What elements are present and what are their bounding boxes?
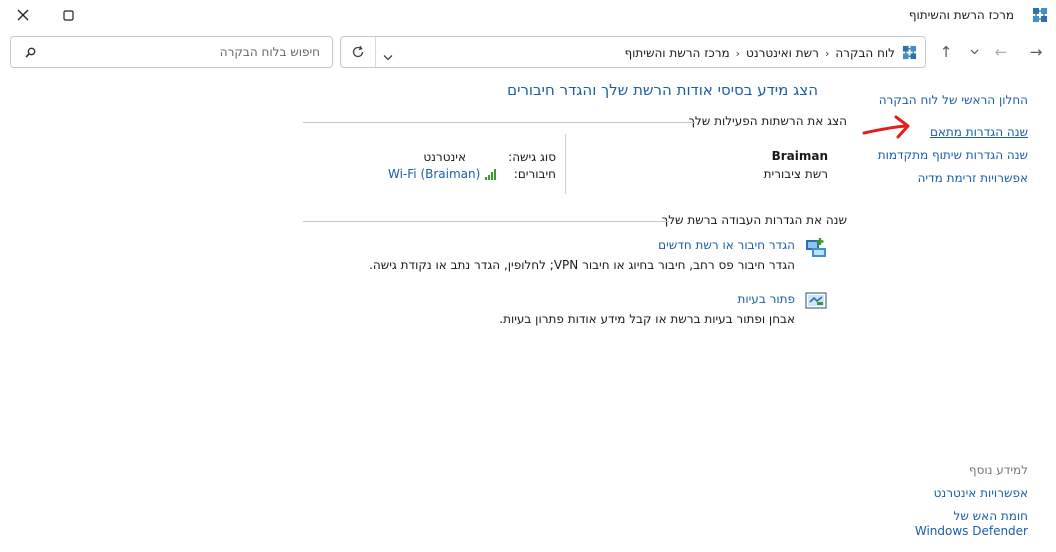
breadcrumb-separator-icon[interactable]: › <box>825 47 829 60</box>
see-also-header: למידע נוסף <box>968 463 1028 477</box>
media-streaming-options-link[interactable]: אפשרויות זרימת מדיה <box>918 171 1028 185</box>
back-button[interactable]: → <box>1025 42 1047 62</box>
breadcrumb-network-sharing-center[interactable]: מרכז הרשת והשיתוף <box>624 46 729 60</box>
setup-connection-link[interactable]: הגדר חיבור או רשת חדשים <box>658 238 795 252</box>
setup-connection-description: הגדר חיבור פס רחב, חיבור בחיוג או חיבור … <box>369 258 795 272</box>
forward-button[interactable]: ← <box>990 42 1012 62</box>
close-icon <box>17 9 29 21</box>
network-name: Braiman <box>771 149 828 163</box>
up-button[interactable]: ↑ <box>935 42 957 62</box>
arrow-up-icon: ↑ <box>939 43 953 61</box>
breadcrumb-control-panel[interactable]: לוח הבקרה <box>835 46 895 60</box>
maximize-button[interactable] <box>45 0 91 30</box>
network-center-icon <box>1033 8 1047 22</box>
close-button[interactable] <box>0 0 46 30</box>
advanced-sharing-settings-link[interactable]: שנה הגדרות שיתוף מתקדמות <box>878 148 1028 162</box>
network-center-icon <box>902 45 917 60</box>
search-input[interactable] <box>68 44 322 60</box>
refresh-icon <box>352 45 364 58</box>
arrow-left-icon: ← <box>994 43 1008 61</box>
recent-locations-button[interactable] <box>963 42 985 62</box>
section-divider <box>303 122 695 123</box>
title-bar: מרכז הרשת והשיתוף <box>0 0 1056 30</box>
access-type-label: סוג גישה: <box>508 150 556 164</box>
window-title: מרכז הרשת והשיתוף <box>908 8 1014 22</box>
wifi-connection-link[interactable]: Wi-Fi (Braiman) <box>388 167 480 181</box>
address-bar[interactable]: לוח הבקרה › רשת ואינטרנט › מרכז הרשת והש… <box>340 36 926 68</box>
maximize-icon <box>62 9 74 21</box>
chevron-down-icon <box>383 55 393 61</box>
section-divider <box>303 221 669 222</box>
active-networks-header: הצג את הרשתות הפעילות שלך <box>682 114 847 128</box>
breadcrumb-separator-icon[interactable]: › <box>736 47 740 60</box>
chevron-down-icon <box>970 49 978 55</box>
connections-label: חיבורים: <box>513 167 556 181</box>
page-title: הצג מידע בסיסי אודות הרשת שלך והגדר חיבו… <box>507 81 818 99</box>
annotation-arrow-icon <box>862 115 910 139</box>
search-icon <box>25 47 36 58</box>
network-divider <box>565 134 566 194</box>
change-adapter-settings-link[interactable]: שנה הגדרות מתאם <box>930 125 1028 139</box>
new-connection-icon <box>806 238 826 257</box>
refresh-button[interactable] <box>341 37 376 67</box>
network-type: רשת ציבורית <box>763 167 828 181</box>
troubleshoot-description: אבחן ופתור בעיות ברשת או קבל מידע אודות … <box>499 312 795 326</box>
wifi-connection[interactable]: Wi-Fi (Braiman) <box>388 167 498 181</box>
access-type-value: אינטרנט <box>423 150 466 164</box>
windows-defender-firewall-link[interactable]: חומת האש של Windows Defender <box>898 509 1028 539</box>
address-dropdown-button[interactable] <box>383 46 393 65</box>
internet-options-link[interactable]: אפשרויות אינטרנט <box>934 486 1028 500</box>
change-settings-header: שנה את הגדרות העבודה ברשת שלך <box>655 213 847 227</box>
troubleshoot-link[interactable]: פתור בעיות <box>737 292 795 306</box>
wifi-signal-icon <box>485 169 497 180</box>
breadcrumb: לוח הבקרה › רשת ואינטרנט › מרכז הרשת והש… <box>624 46 895 60</box>
breadcrumb-network-internet[interactable]: רשת ואינטרנט <box>746 46 819 60</box>
search-box[interactable] <box>10 36 333 68</box>
control-panel-home-link[interactable]: החלון הראשי של לוח הבקרה <box>879 93 1028 107</box>
arrow-right-icon: → <box>1029 43 1043 61</box>
troubleshoot-icon <box>805 292 827 309</box>
